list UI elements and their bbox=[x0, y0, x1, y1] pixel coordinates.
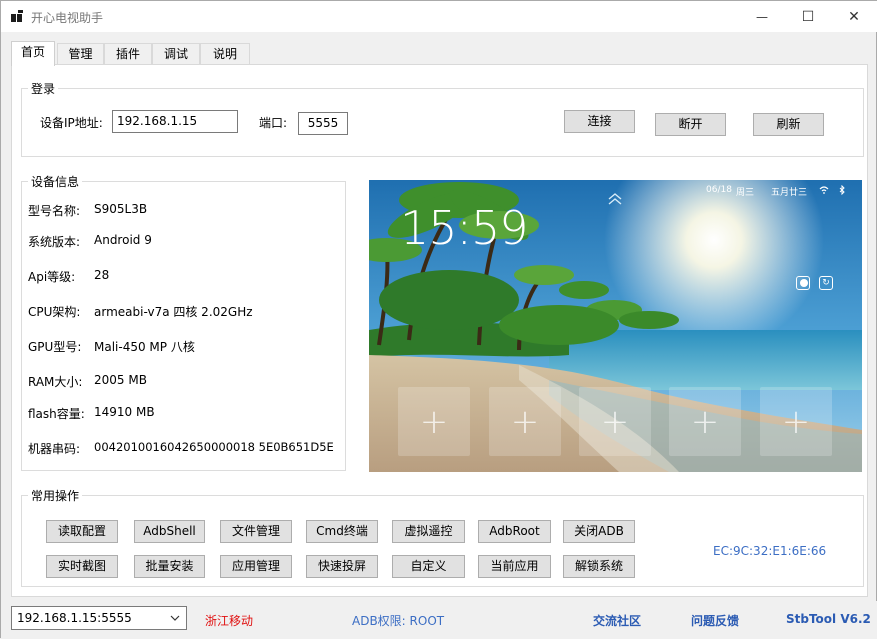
tab-debug[interactable]: 调试 bbox=[152, 43, 200, 65]
login-group: 登录 设备IP地址: 192.168.1.15 端口: 5555 连接 断开 刷… bbox=[21, 80, 864, 157]
disconnect-button[interactable]: 断开 bbox=[655, 113, 726, 136]
info-value: 28 bbox=[94, 268, 110, 282]
maximize-icon: ☐ bbox=[801, 8, 815, 25]
tv-clock: 15:59 bbox=[400, 201, 529, 255]
community-link[interactable]: 交流社区 bbox=[593, 612, 641, 629]
app-manager-button[interactable]: 应用管理 bbox=[220, 555, 292, 578]
version-label: StbTool V6.2 bbox=[786, 612, 871, 626]
tab-home[interactable]: 首页 bbox=[11, 41, 55, 66]
tv-date: 06/18 bbox=[706, 185, 732, 195]
info-value: S905L3B bbox=[94, 202, 148, 216]
info-label: 系统版本: bbox=[28, 235, 81, 249]
login-group-label: 登录 bbox=[28, 80, 59, 97]
main-window: 开心电视助手 — ☐ ✕ 首页 管理 插件 调试 说明 登录 设备IP地址: 1… bbox=[0, 0, 877, 639]
port-label: 端口: bbox=[259, 116, 288, 130]
screen-cast-button[interactable]: 快速投屏 bbox=[306, 555, 378, 578]
adbroot-button[interactable]: AdbRoot bbox=[478, 520, 551, 543]
info-label: 机器串码: bbox=[28, 442, 81, 456]
custom-button[interactable]: 自定义 bbox=[392, 555, 465, 578]
tv-screenshot: 15:59 06/18 周三 五月廿三 ↻ + + + + + bbox=[369, 180, 862, 472]
tv-lunar-date: 五月廿三 bbox=[771, 188, 808, 198]
file-manager-button[interactable]: 文件管理 bbox=[220, 520, 292, 543]
device-select-value: 192.168.1.15:5555 bbox=[17, 611, 132, 625]
info-value: 2005 MB bbox=[94, 373, 147, 387]
device-select[interactable]: 192.168.1.15:5555 bbox=[11, 606, 187, 630]
refresh-button[interactable]: 刷新 bbox=[753, 113, 824, 136]
minimize-button[interactable]: — bbox=[739, 1, 785, 32]
refresh-icon: ↻ bbox=[819, 276, 833, 290]
info-value: Mali-450 MP 八核 bbox=[94, 340, 195, 354]
batch-install-button[interactable]: 批量安装 bbox=[134, 555, 205, 578]
info-value: 14910 MB bbox=[94, 405, 155, 419]
window-title: 开心电视助手 bbox=[31, 11, 104, 25]
feedback-link[interactable]: 问题反馈 bbox=[691, 612, 739, 629]
home-panel: 登录 设备IP地址: 192.168.1.15 端口: 5555 连接 断开 刷… bbox=[11, 64, 868, 597]
ip-input[interactable]: 192.168.1.15 bbox=[112, 110, 238, 133]
maximize-button[interactable]: ☐ bbox=[785, 1, 831, 32]
title-bar[interactable]: 开心电视助手 — ☐ ✕ bbox=[1, 1, 877, 32]
tv-weekday: 周三 bbox=[736, 188, 755, 198]
bluetooth-icon bbox=[839, 185, 845, 195]
info-label: CPU架构: bbox=[28, 305, 81, 319]
cmd-terminal-button[interactable]: Cmd终端 bbox=[306, 520, 378, 543]
mac-address: EC:9C:32:E1:6E:66 bbox=[713, 544, 827, 558]
read-config-button[interactable]: 读取配置 bbox=[46, 520, 118, 543]
current-app-button[interactable]: 当前应用 bbox=[478, 555, 551, 578]
app-logo-icon bbox=[11, 10, 25, 22]
info-label: Api等级: bbox=[28, 270, 76, 284]
chevron-up-icon bbox=[608, 193, 622, 205]
adbshell-button[interactable]: AdbShell bbox=[134, 520, 205, 543]
app-tile: + bbox=[760, 387, 832, 456]
screenshot-button[interactable]: 实时截图 bbox=[46, 555, 118, 578]
info-label: GPU型号: bbox=[28, 340, 82, 354]
info-value: armeabi-v7a 四核 2.02GHz bbox=[94, 305, 253, 319]
adb-permission: ADB权限: ROOT bbox=[352, 614, 445, 628]
device-info-group-label: 设备信息 bbox=[28, 173, 83, 190]
app-tile: + bbox=[669, 387, 741, 456]
wifi-icon bbox=[819, 186, 829, 194]
info-label: flash容量: bbox=[28, 407, 85, 421]
app-tile: + bbox=[579, 387, 651, 456]
tab-help[interactable]: 说明 bbox=[200, 43, 250, 65]
info-label: RAM大小: bbox=[28, 375, 83, 389]
tab-plugins[interactable]: 插件 bbox=[104, 43, 152, 65]
common-ops-group-label: 常用操作 bbox=[28, 487, 83, 504]
connect-button[interactable]: 连接 bbox=[564, 110, 635, 133]
minimize-icon: — bbox=[756, 9, 768, 24]
close-adb-button[interactable]: 关闭ADB bbox=[563, 520, 635, 543]
common-ops-group: 常用操作 读取配置 AdbShell 文件管理 Cmd终端 虚拟遥控 AdbRo… bbox=[21, 487, 864, 587]
app-tile: + bbox=[489, 387, 561, 456]
chevron-down-icon bbox=[170, 615, 180, 621]
tab-manage[interactable]: 管理 bbox=[57, 43, 104, 65]
unlock-system-button[interactable]: 解锁系统 bbox=[563, 555, 635, 578]
app-tile: + bbox=[398, 387, 470, 456]
device-info-group: 设备信息 型号名称: S905L3B 系统版本: Android 9 Api等级… bbox=[21, 173, 346, 471]
close-icon: ✕ bbox=[848, 8, 860, 25]
info-value: 0042010016042650000018 5E0B651D5E bbox=[94, 440, 334, 454]
virtual-remote-button[interactable]: 虚拟遥控 bbox=[392, 520, 465, 543]
info-label: 型号名称: bbox=[28, 204, 81, 218]
close-button[interactable]: ✕ bbox=[831, 1, 877, 32]
info-value: Android 9 bbox=[94, 233, 152, 247]
port-input[interactable]: 5555 bbox=[298, 112, 348, 135]
ip-label: 设备IP地址: bbox=[40, 116, 103, 130]
status-bar: 192.168.1.15:5555 浙江移动 ADB权限: ROOT 交流社区 … bbox=[1, 601, 877, 639]
play-icon bbox=[796, 276, 810, 290]
carrier-label: 浙江移动 bbox=[205, 614, 254, 628]
